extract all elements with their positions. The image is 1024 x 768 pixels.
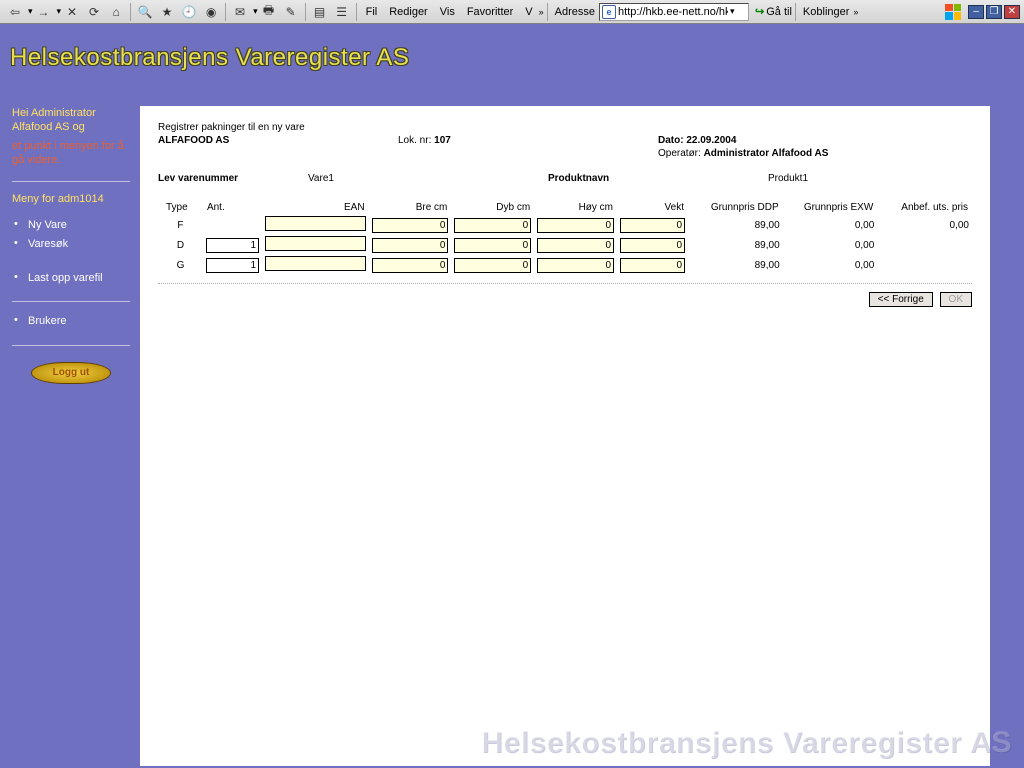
operator-value: Administrator Alfafood AS bbox=[704, 148, 829, 159]
bre-input[interactable]: 0 bbox=[372, 238, 449, 253]
go-icon[interactable]: ↪ bbox=[755, 5, 764, 18]
vekt-input[interactable]: 0 bbox=[620, 218, 685, 233]
hdr-ddp: Grunnpris DDP bbox=[688, 202, 783, 215]
ant-input[interactable]: 1 bbox=[206, 258, 259, 273]
logout-button[interactable]: Logg ut bbox=[31, 362, 111, 384]
table-row: F 0 0 0 0 89,00 0,00 0,00 bbox=[158, 215, 972, 235]
register-line: Registrer pakninger til en ny vare bbox=[158, 122, 972, 133]
search-icon[interactable]: 🔍 bbox=[135, 2, 155, 22]
menu-vis[interactable]: Vis bbox=[434, 6, 461, 18]
prev-button[interactable]: << Forrige bbox=[869, 292, 933, 307]
history-icon[interactable]: 🕘 bbox=[179, 2, 199, 22]
dyb-input[interactable]: 0 bbox=[454, 238, 531, 253]
exw-value: 0,00 bbox=[783, 235, 878, 255]
anbef-value bbox=[877, 235, 972, 255]
sidebar-item-varesok[interactable]: Varesøk bbox=[12, 235, 130, 253]
dato-value: 22.09.2004 bbox=[686, 135, 736, 146]
row-type: F bbox=[158, 215, 203, 235]
hdr-ant: Ant. bbox=[203, 202, 262, 215]
ean-input[interactable] bbox=[265, 256, 365, 271]
edit-icon[interactable]: ✎ bbox=[281, 2, 301, 22]
tool-icon[interactable]: ☰ bbox=[332, 2, 352, 22]
hoy-input[interactable]: 0 bbox=[537, 238, 614, 253]
brand-title: Helsekostbransjens Vareregister AS bbox=[10, 44, 409, 72]
anbef-value bbox=[877, 255, 972, 275]
stop-button[interactable]: ✕ bbox=[62, 2, 82, 22]
dyb-input[interactable]: 0 bbox=[454, 218, 531, 233]
ddp-value: 89,00 bbox=[688, 235, 783, 255]
operator-label: Operatør: bbox=[658, 148, 701, 159]
menu-header: Meny for adm1014 bbox=[12, 192, 130, 206]
hdr-type: Type bbox=[158, 202, 203, 215]
ok-button[interactable]: OK bbox=[940, 292, 972, 307]
anbef-value: 0,00 bbox=[877, 215, 972, 235]
produktnavn-label: Produktnavn bbox=[548, 173, 768, 184]
ean-input[interactable] bbox=[265, 236, 365, 251]
ant-input[interactable]: 1 bbox=[206, 238, 259, 253]
mail-icon[interactable]: ✉ bbox=[230, 2, 250, 22]
lok-label: Lok. nr: bbox=[398, 135, 431, 146]
hdr-anbef: Anbef. uts. pris bbox=[877, 202, 972, 215]
doc-icon[interactable]: ▤ bbox=[310, 2, 330, 22]
exw-value: 0,00 bbox=[783, 215, 878, 235]
lev-value: Vare1 bbox=[308, 173, 548, 184]
menu-more[interactable]: V bbox=[519, 6, 538, 18]
refresh-button[interactable]: ⟳ bbox=[84, 2, 104, 22]
vekt-input[interactable]: 0 bbox=[620, 238, 685, 253]
forward-button[interactable]: → bbox=[34, 2, 54, 22]
sidebar-item-lastopp[interactable]: Last opp varefil bbox=[12, 269, 130, 287]
ie-toolbar: ⇦▾ →▾ ✕ ⟳ ⌂ 🔍 ★ 🕘 ◉ ✉▾ 🖶 ✎ ▤ ☰ Fil Redig… bbox=[0, 0, 1024, 24]
media-icon[interactable]: ◉ bbox=[201, 2, 221, 22]
address-label: Adresse bbox=[551, 6, 599, 18]
ddp-value: 89,00 bbox=[688, 255, 783, 275]
hdr-bre: Bre cm bbox=[369, 202, 452, 215]
hoy-input[interactable]: 0 bbox=[537, 258, 614, 273]
address-bar[interactable]: e ▾ bbox=[599, 3, 749, 21]
bre-input[interactable]: 0 bbox=[372, 218, 449, 233]
ddp-value: 89,00 bbox=[688, 215, 783, 235]
hdr-dyb: Dyb cm bbox=[451, 202, 534, 215]
hdr-hoy: Høy cm bbox=[534, 202, 617, 215]
dyb-input[interactable]: 0 bbox=[454, 258, 531, 273]
go-label[interactable]: Gå til bbox=[766, 6, 792, 18]
hdr-vekt: Vekt bbox=[617, 202, 688, 215]
sidebar-item-nyvare[interactable]: Ny Vare bbox=[12, 216, 130, 234]
row-type: D bbox=[158, 235, 203, 255]
row-type: G bbox=[158, 255, 203, 275]
dato-label: Dato: bbox=[658, 135, 684, 146]
url-input[interactable] bbox=[618, 6, 728, 18]
menu-favoritter[interactable]: Favoritter bbox=[461, 6, 519, 18]
home-button[interactable]: ⌂ bbox=[106, 2, 126, 22]
ie-page-icon: e bbox=[602, 5, 616, 19]
table-row: G 1 0 0 0 0 89,00 0,00 bbox=[158, 255, 972, 275]
bre-input[interactable]: 0 bbox=[372, 258, 449, 273]
print-icon[interactable]: 🖶 bbox=[259, 2, 279, 22]
hint-text: et punkt i menyen for å gå videre. bbox=[12, 139, 130, 168]
table-row: D 1 0 0 0 0 89,00 0,00 bbox=[158, 235, 972, 255]
hdr-exw: Grunnpris EXW bbox=[783, 202, 878, 215]
windows-logo-icon bbox=[942, 1, 964, 23]
hdr-ean: EAN bbox=[262, 202, 368, 215]
back-button[interactable]: ⇦ bbox=[5, 2, 25, 22]
greeting: Hei Administrator Alfafood AS og bbox=[12, 106, 130, 135]
vekt-input[interactable]: 0 bbox=[620, 258, 685, 273]
links-label[interactable]: Koblinger bbox=[799, 6, 853, 18]
lok-nr: 107 bbox=[434, 135, 451, 146]
ean-input[interactable] bbox=[265, 216, 365, 231]
menu-rediger[interactable]: Rediger bbox=[383, 6, 434, 18]
lev-label: Lev varenummer bbox=[158, 173, 308, 184]
hoy-input[interactable]: 0 bbox=[537, 218, 614, 233]
sidebar-item-brukere[interactable]: Brukere bbox=[12, 312, 130, 330]
company-name: ALFAFOOD AS bbox=[158, 135, 398, 146]
favorites-icon[interactable]: ★ bbox=[157, 2, 177, 22]
menu-fil[interactable]: Fil bbox=[360, 6, 384, 18]
exw-value: 0,00 bbox=[783, 255, 878, 275]
content-panel: Registrer pakninger til en ny vare ALFAF… bbox=[140, 106, 990, 766]
packaging-grid: Type Ant. EAN Bre cm Dyb cm Høy cm Vekt … bbox=[158, 202, 972, 275]
sidebar: Hei Administrator Alfafood AS og et punk… bbox=[12, 106, 130, 384]
close-button[interactable]: ✕ bbox=[1004, 5, 1020, 19]
restore-button[interactable]: ❐ bbox=[986, 5, 1002, 19]
produktnavn-value: Produkt1 bbox=[768, 173, 808, 184]
minimize-button[interactable]: – bbox=[968, 5, 984, 19]
